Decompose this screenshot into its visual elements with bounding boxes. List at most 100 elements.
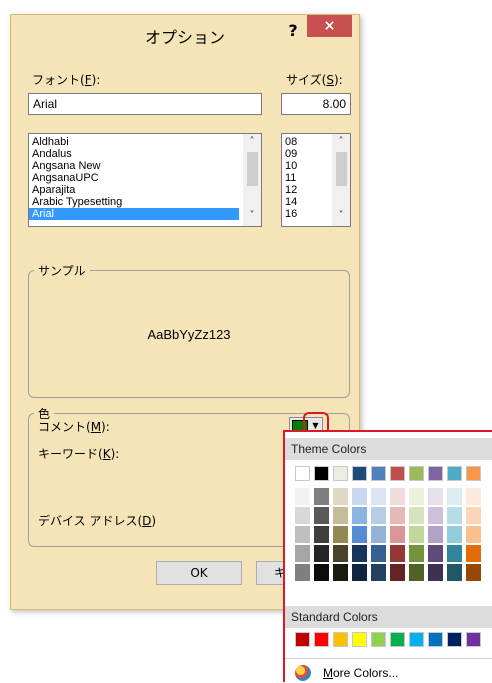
font-list-item[interactable]: AngsanaUPC: [29, 172, 239, 184]
scroll-up-icon[interactable]: ˄: [243, 136, 261, 147]
size-list-item[interactable]: 10: [282, 160, 330, 172]
theme-shade-swatch[interactable]: [466, 488, 481, 505]
theme-shade-swatch[interactable]: [314, 564, 329, 581]
font-list-item[interactable]: Angsana New: [29, 160, 239, 172]
theme-shade-swatch[interactable]: [390, 564, 405, 581]
theme-shade-swatch[interactable]: [295, 564, 310, 581]
theme-shade-swatch[interactable]: [371, 545, 386, 562]
theme-shade-swatch[interactable]: [333, 507, 348, 524]
theme-shade-swatch[interactable]: [428, 564, 443, 581]
font-list-scrollbar[interactable]: ˄ ˅: [243, 134, 261, 226]
theme-color-swatch[interactable]: [333, 466, 348, 481]
theme-shade-swatch[interactable]: [390, 545, 405, 562]
size-list-scrollbar[interactable]: ˄ ˅: [332, 134, 350, 226]
size-list-item[interactable]: 12: [282, 184, 330, 196]
scroll-down-icon[interactable]: ˅: [243, 210, 261, 221]
theme-shade-swatch[interactable]: [352, 564, 367, 581]
theme-shade-swatch[interactable]: [333, 564, 348, 581]
standard-color-swatch[interactable]: [352, 632, 367, 647]
scroll-up-icon[interactable]: ˄: [332, 136, 350, 147]
standard-color-swatch[interactable]: [314, 632, 329, 647]
ok-button[interactable]: OK: [156, 561, 242, 585]
standard-color-swatch[interactable]: [409, 632, 424, 647]
theme-shade-swatch[interactable]: [428, 526, 443, 543]
theme-shade-swatch[interactable]: [295, 488, 310, 505]
theme-shade-swatch[interactable]: [466, 507, 481, 524]
theme-color-swatch[interactable]: [409, 466, 424, 481]
standard-color-swatch[interactable]: [428, 632, 443, 647]
theme-shade-swatch[interactable]: [314, 488, 329, 505]
scroll-thumb[interactable]: [336, 152, 347, 186]
theme-color-swatch[interactable]: [352, 466, 367, 481]
theme-color-swatch[interactable]: [390, 466, 405, 481]
standard-color-swatch[interactable]: [447, 632, 462, 647]
theme-shade-swatch[interactable]: [390, 488, 405, 505]
theme-shade-swatch[interactable]: [295, 507, 310, 524]
size-list-item[interactable]: 09: [282, 148, 330, 160]
font-input[interactable]: Arial: [28, 93, 262, 115]
help-button[interactable]: ?: [281, 21, 305, 43]
theme-color-swatch[interactable]: [447, 466, 462, 481]
theme-color-swatch[interactable]: [428, 466, 443, 481]
font-list-item[interactable]: Andalus: [29, 148, 239, 160]
standard-color-swatch[interactable]: [371, 632, 386, 647]
font-listbox[interactable]: Aldhabi Andalus Angsana New AngsanaUPC Apara…: [28, 133, 262, 227]
size-list-item[interactable]: 11: [282, 172, 330, 184]
theme-shade-swatch[interactable]: [428, 545, 443, 562]
theme-shade-swatch[interactable]: [390, 526, 405, 543]
theme-shade-swatch[interactable]: [409, 564, 424, 581]
theme-shade-swatch[interactable]: [371, 488, 386, 505]
theme-shade-swatch[interactable]: [371, 507, 386, 524]
size-input[interactable]: 8.00: [281, 93, 351, 115]
theme-shade-swatch[interactable]: [371, 564, 386, 581]
theme-shade-swatch[interactable]: [314, 507, 329, 524]
font-list-item[interactable]: Arial: [29, 208, 239, 220]
size-list-item[interactable]: 08: [282, 136, 330, 148]
standard-color-swatch[interactable]: [390, 632, 405, 647]
theme-shade-swatch[interactable]: [409, 488, 424, 505]
theme-color-swatch[interactable]: [314, 466, 329, 481]
theme-shade-swatch[interactable]: [352, 545, 367, 562]
font-list-item[interactable]: Aldhabi: [29, 136, 239, 148]
theme-shade-swatch[interactable]: [333, 488, 348, 505]
theme-shade-swatch[interactable]: [390, 507, 405, 524]
standard-color-swatch[interactable]: [466, 632, 481, 647]
size-list-item[interactable]: 14: [282, 196, 330, 208]
theme-shade-swatch[interactable]: [466, 526, 481, 543]
theme-color-swatch[interactable]: [371, 466, 386, 481]
theme-shade-swatch[interactable]: [409, 545, 424, 562]
theme-shade-swatch[interactable]: [447, 564, 462, 581]
theme-shade-swatch[interactable]: [314, 526, 329, 543]
theme-shade-swatch[interactable]: [352, 488, 367, 505]
size-listbox[interactable]: 08 09 10 11 12 14 16 ˄ ˅: [281, 133, 351, 227]
theme-shade-swatch[interactable]: [466, 545, 481, 562]
font-list-item[interactable]: Arabic Typesetting: [29, 196, 239, 208]
size-list-item[interactable]: 16: [282, 208, 330, 220]
theme-shade-swatch[interactable]: [352, 526, 367, 543]
theme-shade-swatch[interactable]: [447, 526, 462, 543]
scroll-thumb[interactable]: [247, 152, 258, 186]
theme-shade-swatch[interactable]: [295, 526, 310, 543]
scroll-down-icon[interactable]: ˅: [332, 210, 350, 221]
theme-shade-swatch[interactable]: [371, 526, 386, 543]
more-colors-item[interactable]: More Colors...: [291, 663, 491, 683]
theme-shade-swatch[interactable]: [409, 526, 424, 543]
theme-shade-swatch[interactable]: [333, 526, 348, 543]
theme-shade-swatch[interactable]: [409, 507, 424, 524]
theme-shade-swatch[interactable]: [333, 545, 348, 562]
theme-shade-swatch[interactable]: [352, 507, 367, 524]
theme-color-swatch[interactable]: [295, 466, 310, 481]
font-list-item[interactable]: Aparajita: [29, 184, 239, 196]
theme-shade-swatch[interactable]: [428, 488, 443, 505]
theme-shade-swatch[interactable]: [447, 488, 462, 505]
theme-shade-swatch[interactable]: [314, 545, 329, 562]
standard-color-swatch[interactable]: [295, 632, 310, 647]
theme-shade-swatch[interactable]: [466, 564, 481, 581]
theme-color-swatch[interactable]: [466, 466, 481, 481]
close-button[interactable]: ×: [307, 15, 352, 37]
standard-color-swatch[interactable]: [333, 632, 348, 647]
theme-shade-swatch[interactable]: [428, 507, 443, 524]
theme-shade-swatch[interactable]: [295, 545, 310, 562]
theme-shade-swatch[interactable]: [447, 507, 462, 524]
theme-shade-swatch[interactable]: [447, 545, 462, 562]
